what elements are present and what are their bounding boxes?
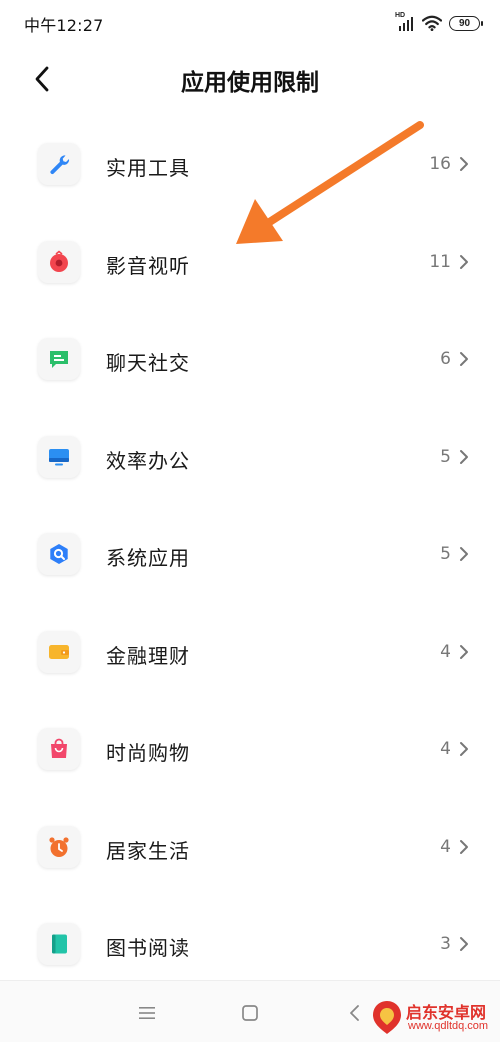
category-label: 金融理财 bbox=[106, 643, 190, 668]
category-row-system[interactable]: 系统应用 5 bbox=[0, 506, 500, 604]
category-row-finance[interactable]: 金融理财 4 bbox=[0, 604, 500, 702]
home-square-icon bbox=[242, 1005, 258, 1021]
chevron-right-icon bbox=[460, 352, 468, 366]
app-count: 11 bbox=[429, 251, 451, 272]
watermark-url: www.qdltdq.com bbox=[408, 1020, 489, 1032]
chat-icon bbox=[38, 338, 80, 380]
alarm-clock-icon bbox=[38, 825, 80, 868]
cellular-signal-icon: HD bbox=[395, 12, 415, 32]
menu-icon bbox=[139, 1007, 155, 1019]
category-row-home-life[interactable]: 居家生活 4 bbox=[0, 799, 500, 897]
chevron-right-icon bbox=[460, 937, 468, 951]
watermark-logo-icon bbox=[373, 1001, 401, 1034]
menu-button[interactable] bbox=[135, 1001, 159, 1025]
book-icon bbox=[38, 923, 80, 965]
chevron-right-icon bbox=[460, 839, 468, 854]
chevron-right-icon bbox=[460, 547, 468, 561]
category-row-office[interactable]: 效率办公 5 bbox=[0, 409, 500, 507]
app-count: 3 bbox=[440, 934, 451, 954]
app-count: 16 bbox=[429, 154, 451, 174]
app-count: 5 bbox=[440, 446, 451, 467]
category-label: 效率办公 bbox=[106, 448, 190, 473]
chevron-right-icon bbox=[460, 644, 468, 659]
nav-back-button[interactable] bbox=[343, 1001, 367, 1025]
battery-indicator: 90 bbox=[449, 15, 483, 31]
category-list: 实用工具 16 影音视听 11 聊天社交 6 效率办公 5 系统应用 5 金融理… bbox=[0, 116, 500, 994]
category-row-tools[interactable]: 实用工具 16 bbox=[0, 116, 500, 214]
app-count: 6 bbox=[440, 349, 451, 369]
category-label: 实用工具 bbox=[106, 156, 190, 180]
chevron-right-icon bbox=[460, 449, 468, 464]
system-icon bbox=[38, 533, 80, 575]
category-row-shopping[interactable]: 时尚购物 4 bbox=[0, 701, 500, 799]
category-row-social[interactable]: 聊天社交 6 bbox=[0, 311, 500, 409]
back-triangle-icon bbox=[350, 1005, 359, 1021]
wallet-icon bbox=[38, 630, 80, 673]
chevron-right-icon bbox=[460, 254, 468, 269]
status-icons: HD 90 bbox=[395, 12, 483, 34]
category-label: 图书阅读 bbox=[106, 936, 190, 960]
status-bar: 中午12:27 HD 90 bbox=[0, 0, 500, 46]
monitor-icon bbox=[38, 435, 80, 478]
home-button[interactable] bbox=[238, 1001, 262, 1025]
app-count: 4 bbox=[440, 641, 451, 662]
page-title: 应用使用限制 bbox=[181, 70, 319, 96]
chevron-right-icon bbox=[460, 742, 468, 756]
category-label: 系统应用 bbox=[106, 546, 190, 570]
category-label: 时尚购物 bbox=[106, 741, 190, 765]
category-label: 居家生活 bbox=[106, 838, 190, 863]
category-label: 聊天社交 bbox=[106, 351, 190, 375]
watermark: 启东安卓网 www.qdltdq.com bbox=[370, 996, 498, 1040]
wrench-icon bbox=[38, 143, 80, 185]
media-icon bbox=[38, 240, 80, 283]
shopping-bag-icon bbox=[38, 728, 80, 770]
app-count: 5 bbox=[440, 544, 451, 564]
app-count: 4 bbox=[440, 739, 451, 759]
battery-level: 90 bbox=[458, 17, 471, 29]
app-count: 4 bbox=[440, 836, 451, 857]
category-row-reading[interactable]: 图书阅读 3 bbox=[0, 896, 500, 994]
chevron-right-icon bbox=[460, 157, 468, 171]
wifi-icon bbox=[422, 15, 442, 31]
status-time: 中午12:27 bbox=[24, 16, 104, 35]
category-row-media[interactable]: 影音视听 11 bbox=[0, 214, 500, 312]
title-bar: 应用使用限制 bbox=[0, 46, 500, 116]
category-label: 影音视听 bbox=[106, 253, 190, 278]
